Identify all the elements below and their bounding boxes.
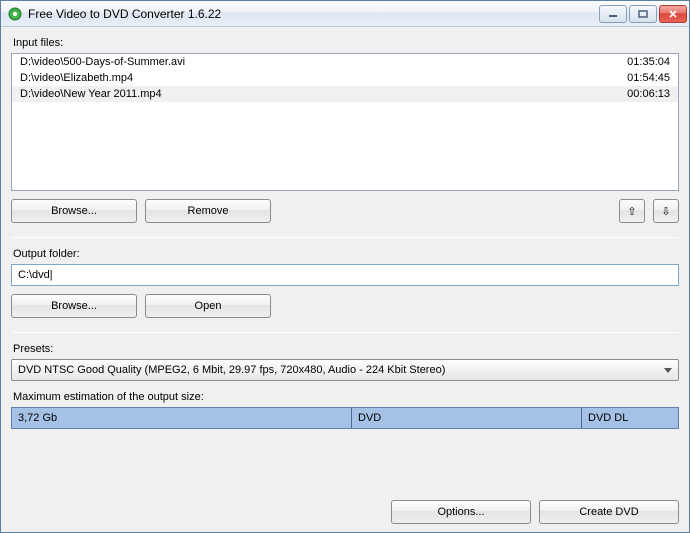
output-folder-input[interactable]	[11, 264, 679, 286]
app-window: Free Video to DVD Converter 1.6.22 Input…	[0, 0, 690, 533]
size-dvd-segment: DVD	[352, 408, 582, 428]
output-folder-label: Output folder:	[13, 248, 679, 260]
arrow-up-icon: ⇧	[627, 205, 636, 218]
options-button[interactable]: Options...	[391, 500, 531, 524]
close-button[interactable]	[659, 5, 687, 23]
arrow-down-icon: ⇩	[661, 205, 670, 218]
window-controls	[599, 5, 687, 23]
footer-buttons: Options... Create DVD	[11, 482, 679, 524]
file-duration: 01:54:45	[627, 72, 670, 84]
file-duration: 01:35:04	[627, 56, 670, 68]
file-path: D:\video\500-Days-of-Summer.avi	[20, 56, 185, 68]
divider	[11, 237, 679, 238]
presets-label: Presets:	[13, 343, 679, 355]
create-dvd-button[interactable]: Create DVD	[539, 500, 679, 524]
window-title: Free Video to DVD Converter 1.6.22	[28, 7, 599, 21]
size-estimate-segment: 3,72 Gb	[12, 408, 352, 428]
input-files-label: Input files:	[13, 37, 679, 49]
input-buttons-row: Browse... Remove ⇧ ⇩	[11, 199, 679, 223]
preset-select[interactable]: DVD NTSC Good Quality (MPEG2, 6 Mbit, 29…	[11, 359, 679, 381]
browse-output-button[interactable]: Browse...	[11, 294, 137, 318]
window-body: Input files: D:\video\500-Days-of-Summer…	[1, 27, 689, 532]
move-down-button[interactable]: ⇩	[653, 199, 679, 223]
size-dvddl-segment: DVD DL	[582, 408, 678, 428]
divider	[11, 332, 679, 333]
size-estimate-value: 3,72 Gb	[18, 412, 57, 424]
maximize-button[interactable]	[629, 5, 657, 23]
list-item[interactable]: D:\video\Elizabeth.mp4 01:54:45	[12, 70, 678, 86]
browse-input-button[interactable]: Browse...	[11, 199, 137, 223]
titlebar: Free Video to DVD Converter 1.6.22	[1, 1, 689, 27]
list-item[interactable]: D:\video\500-Days-of-Summer.avi 01:35:04	[12, 54, 678, 70]
open-folder-button[interactable]: Open	[145, 294, 271, 318]
file-duration: 00:06:13	[627, 88, 670, 100]
size-dvd-label: DVD	[358, 412, 381, 424]
file-path: D:\video\New Year 2011.mp4	[20, 88, 162, 100]
size-dvddl-label: DVD DL	[588, 412, 628, 424]
remove-button[interactable]: Remove	[145, 199, 271, 223]
output-size-bar: 3,72 Gb DVD DVD DL	[11, 407, 679, 429]
output-buttons-row: Browse... Open	[11, 294, 679, 318]
file-path: D:\video\Elizabeth.mp4	[20, 72, 133, 84]
move-up-button[interactable]: ⇧	[619, 199, 645, 223]
app-icon	[7, 6, 23, 22]
list-item[interactable]: D:\video\New Year 2011.mp4 00:06:13	[12, 86, 678, 102]
preset-selected-text: DVD NTSC Good Quality (MPEG2, 6 Mbit, 29…	[18, 364, 445, 376]
max-estimate-label: Maximum estimation of the output size:	[13, 391, 679, 403]
input-files-listbox[interactable]: D:\video\500-Days-of-Summer.avi 01:35:04…	[11, 53, 679, 191]
minimize-button[interactable]	[599, 5, 627, 23]
